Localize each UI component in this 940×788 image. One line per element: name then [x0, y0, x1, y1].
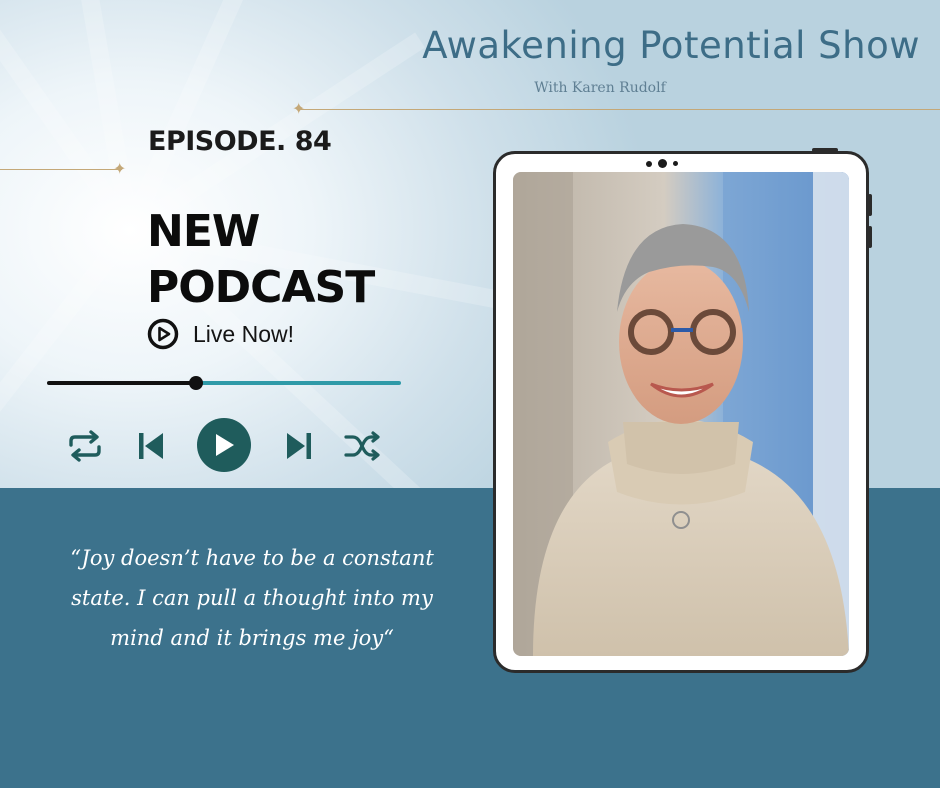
- episode-label: EPISODE. 84: [148, 126, 332, 157]
- headline-line-2: PODCAST: [147, 262, 375, 313]
- quote-line-1: “Joy doesn’t have to be a constant: [70, 546, 434, 570]
- tablet-frame: [493, 148, 872, 673]
- repeat-button[interactable]: [64, 428, 106, 464]
- quote-line-2: state. I can pull a thought into my: [71, 586, 433, 610]
- show-title: Awakening Potential Show: [422, 24, 920, 67]
- quote-text: “Joy doesn’t have to be a constant state…: [52, 538, 452, 658]
- shuffle-button[interactable]: [342, 428, 382, 464]
- tablet-top-button: [812, 148, 838, 152]
- previous-button[interactable]: [134, 428, 168, 464]
- progress-played: [47, 381, 196, 385]
- divider-line-left: [0, 169, 122, 170]
- progress-bar[interactable]: [47, 376, 401, 390]
- podcast-promo-card: Awakening Potential Show With Karen Rudo…: [0, 0, 940, 788]
- next-button[interactable]: [282, 428, 316, 464]
- progress-handle[interactable]: [188, 376, 203, 390]
- next-icon: [287, 433, 311, 459]
- live-now-label: Live Now!: [193, 320, 294, 347]
- shuffle-icon: [344, 431, 380, 461]
- progress-remaining: [195, 381, 401, 385]
- play-circle-icon: [147, 318, 179, 350]
- sparkle-icon: ✦: [292, 99, 306, 118]
- play-icon: [216, 434, 234, 456]
- previous-icon: [139, 433, 163, 459]
- show-subtitle: With Karen Rudolf: [534, 80, 666, 96]
- live-now-row[interactable]: Live Now!: [147, 318, 294, 350]
- headline-line-1: NEW: [147, 206, 260, 257]
- headline: NEW PODCAST: [147, 204, 375, 316]
- sparkle-icon: ✦: [113, 159, 127, 178]
- tablet-camera: [646, 159, 678, 168]
- host-photo: [513, 172, 849, 656]
- quote-line-3: mind and it brings me joy“: [110, 626, 394, 650]
- host-portrait-image: [513, 172, 849, 656]
- divider-line-top: [300, 109, 940, 110]
- tablet-side-button: [868, 226, 872, 248]
- repeat-icon: [69, 430, 101, 462]
- play-button[interactable]: [197, 418, 251, 472]
- tablet-side-button: [868, 194, 872, 216]
